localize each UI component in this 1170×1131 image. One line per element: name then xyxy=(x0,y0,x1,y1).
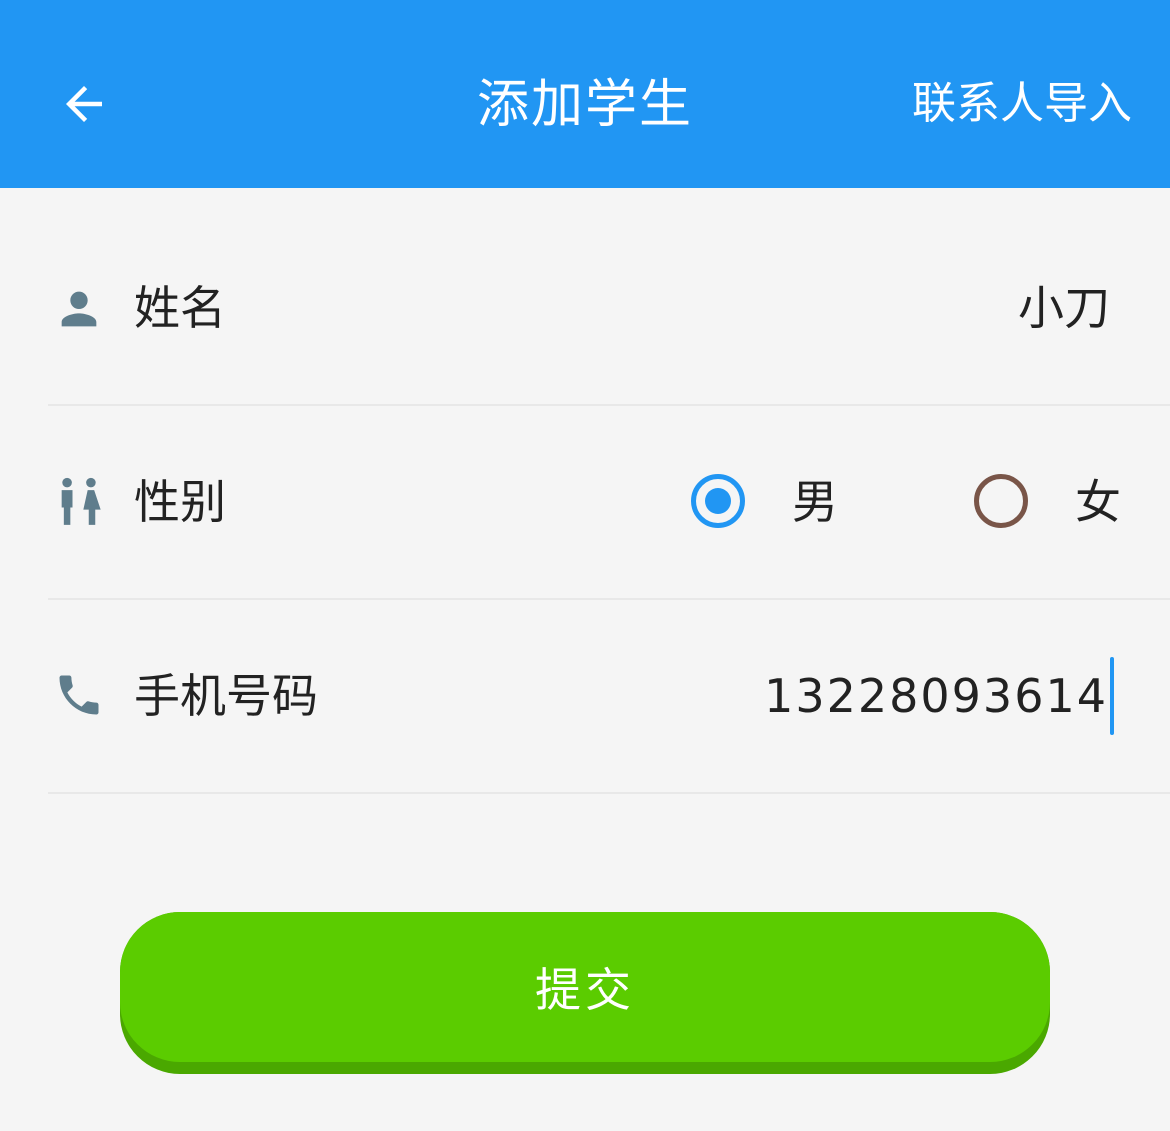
phone-input[interactable]: 13228093614 xyxy=(764,656,1114,736)
phone-row: 手机号码 13228093614 xyxy=(0,600,1170,794)
import-contacts-button[interactable]: 联系人导入 xyxy=(912,72,1132,136)
name-label: 姓名 xyxy=(134,281,226,335)
phone-icon xyxy=(52,668,106,722)
gender-label: 性别 xyxy=(134,475,226,529)
radio-male[interactable] xyxy=(691,474,745,528)
radio-male-label[interactable]: 男 xyxy=(792,472,838,532)
radio-female[interactable] xyxy=(974,474,1028,528)
phone-label: 手机号码 xyxy=(134,669,318,723)
radio-female-label[interactable]: 女 xyxy=(1075,472,1121,532)
name-input[interactable]: 小刀 xyxy=(1018,278,1110,338)
app-bar: 添加学生 联系人导入 xyxy=(0,0,1170,188)
submit-button-container: 提交 xyxy=(120,912,1050,1074)
name-row: 姓名 小刀 xyxy=(0,212,1170,406)
divider xyxy=(48,792,1170,794)
person-icon xyxy=(52,282,106,336)
people-icon xyxy=(52,474,106,528)
submit-button[interactable]: 提交 xyxy=(120,912,1050,1062)
text-caret xyxy=(1110,657,1114,735)
phone-value: 13228093614 xyxy=(764,669,1108,723)
gender-row: 性别 男 女 xyxy=(0,406,1170,600)
